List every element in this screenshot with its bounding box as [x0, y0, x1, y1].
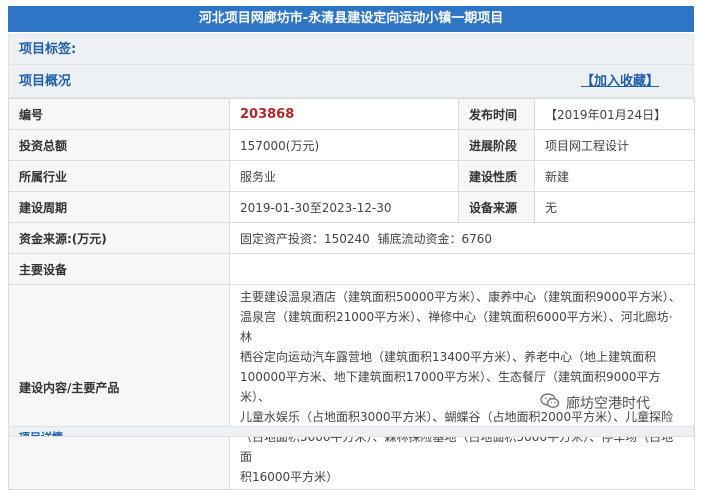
code-value: 203868 — [229, 98, 459, 130]
add-favorite-link[interactable]: 【加入收藏】 — [581, 65, 659, 99]
content-label: 建设内容/主要产品 — [8, 284, 230, 490]
content-line: 栖谷定向运动汽车露营地（建筑面积13400平方米）、养老中心（地上建筑面积 — [240, 350, 657, 364]
overview-label: 项目概况 — [19, 74, 72, 89]
investment-label: 投资总额 — [8, 129, 230, 161]
table-row: 所属行业 服务业 建设性质 新建 — [8, 160, 695, 192]
table-row: 建设内容/主要产品 主要建设温泉酒店（建筑面积50000平方米）、康养中心（建筑… — [8, 284, 695, 490]
code-label: 编号 — [8, 98, 230, 130]
wechat-icon — [540, 392, 560, 414]
publish-value: 【2019年01月24日】 — [534, 98, 695, 130]
period-label: 建设周期 — [8, 191, 230, 223]
nature-value: 新建 — [534, 160, 695, 192]
publish-label: 发布时间 — [458, 98, 535, 130]
stage-label: 进展阶段 — [458, 129, 535, 161]
stage-value: 项目网工程设计 — [534, 129, 695, 161]
table-row: 资金来源:(万元) 固定资产投资：150240 铺底流动资金：6760 — [8, 222, 695, 254]
content-line: 主要建设温泉酒店（建筑面积50000平方米）、康养中心（建筑面积9000平方米）… — [240, 290, 681, 304]
table-row: 建设周期 2019-01-30至2023-12-30 设备来源 无 — [8, 191, 695, 223]
main-equipment-value — [229, 253, 695, 285]
content-line: 积16000平方米） — [240, 470, 339, 484]
period-value: 2019-01-30至2023-12-30 — [229, 191, 459, 223]
industry-value: 服务业 — [229, 160, 459, 192]
content-value: 主要建设温泉酒店（建筑面积50000平方米）、康养中心（建筑面积9000平方米）… — [229, 284, 695, 490]
tags-label: 项目标签: — [19, 42, 77, 57]
equipment-source-label: 设备来源 — [458, 191, 535, 223]
industry-label: 所属行业 — [8, 160, 230, 192]
watermark: 廊坊空港时代 — [540, 392, 650, 414]
details-label: 项目详情 — [19, 429, 63, 436]
funding-label: 资金来源:(万元) — [8, 222, 230, 254]
project-tags-header: 项目标签: — [8, 34, 694, 64]
table-row: 编号 203868 发布时间 【2019年01月24日】 — [8, 98, 695, 130]
page-title: 河北项目网廊坊市-永清县建设定向运动小镇一期项目 — [8, 6, 694, 32]
content-line: 温泉宫（建筑面积21000平方米）、禅修中心（建筑面积6000平方米）、河北廊坊… — [240, 310, 673, 344]
investment-value: 157000(万元) — [229, 129, 459, 161]
table-row: 投资总额 157000(万元) 进展阶段 项目网工程设计 — [8, 129, 695, 161]
project-details-header: 项目详情 — [8, 426, 694, 437]
table-row: 主要设备 — [8, 253, 695, 285]
watermark-text: 廊坊空港时代 — [566, 396, 650, 412]
nature-label: 建设性质 — [458, 160, 535, 192]
overview-header: 项目概况 【加入收藏】 — [8, 64, 694, 98]
equipment-source-value: 无 — [534, 191, 695, 223]
funding-value: 固定资产投资：150240 铺底流动资金：6760 — [229, 222, 695, 254]
main-equipment-label: 主要设备 — [8, 253, 230, 285]
